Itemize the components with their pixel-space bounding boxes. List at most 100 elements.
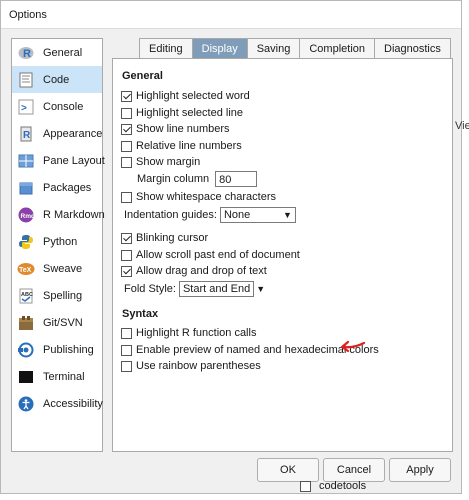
tab-saving[interactable]: Saving [246,38,301,59]
sidebar-item-terminal[interactable]: Terminal [12,363,102,390]
option-label: Relative line numbers [136,140,242,152]
option-label: Highlight selected line [136,107,244,119]
cancel-button[interactable]: Cancel [323,458,385,482]
sidebar-item-label: Spelling [43,289,83,302]
git-icon [17,314,35,332]
option-show-whitespace[interactable]: Show whitespace characters [121,191,276,203]
sidebar-item-publishing[interactable]: Publishing [12,336,102,363]
svg-text:TeX: TeX [19,267,32,274]
select-value: Start and End [182,283,251,295]
rmarkdown-icon: Rmd [17,206,35,224]
option-allow-scroll-past-end[interactable]: Allow scroll past end of document [121,249,300,261]
checkbox[interactable] [121,360,132,372]
svg-text:ABC: ABC [21,292,33,298]
option-highlight-selected-line[interactable]: Highlight selected line [121,107,243,119]
sidebar-item-label: Accessibility [43,397,103,410]
checkbox[interactable] [121,90,132,102]
sidebar-item-label: Pane Layout [43,154,105,167]
terminal-icon [17,368,35,386]
sidebar-item-label: Packages [43,181,92,194]
select-value: None [223,209,251,221]
checkbox [300,480,311,492]
sidebar-item-label: Appearance [43,127,103,140]
margin-column-label: Margin column [137,173,210,185]
spelling-icon: ABC [17,287,35,305]
margin-column-input[interactable]: 80 [215,171,258,187]
fold-style-row: Fold Style: Start and End ▼ [124,281,265,297]
code-icon [17,71,35,89]
fold-style-select[interactable]: Start and End ▼ [178,281,265,297]
pane-layout-icon [17,152,35,170]
checkbox[interactable] [121,107,132,119]
accessibility-icon [17,395,35,413]
checkbox[interactable] [121,344,132,356]
sidebar-item-label: R Markdown [43,208,105,221]
sidebar-item-code[interactable]: Code [12,66,102,93]
section-title-general: General [122,70,163,82]
sidebar-item-label: Python [43,235,78,248]
section-title-syntax: Syntax [122,308,159,320]
tab-display[interactable]: Display [191,38,248,59]
sidebar-item-appearance[interactable]: R Appearance [12,120,102,147]
chevron-down-icon: ▼ [283,210,292,220]
sidebar-item-label: Console [43,100,84,113]
appearance-icon: R [17,125,35,143]
sidebar-item-label: Publishing [43,343,94,356]
checkbox[interactable] [121,156,132,168]
python-icon [17,233,35,251]
dialog-title: Options [9,8,47,21]
option-blinking-cursor[interactable]: Blinking cursor [121,232,208,244]
annotation-arrow [340,340,366,353]
tab-strip: Editing Display Saving Completion Diagno… [139,38,451,59]
option-rainbow-parentheses[interactable]: Use rainbow parentheses [121,360,261,372]
sidebar-item-console[interactable]: > Console [12,93,102,120]
sidebar-item-general[interactable]: R General [12,39,102,66]
title-bar: Options [1,1,461,29]
sidebar-item-accessibility[interactable]: Accessibility [12,390,103,417]
option-show-line-numbers[interactable]: Show line numbers [121,123,230,135]
apply-button[interactable]: Apply [389,458,451,482]
checkbox[interactable] [121,265,132,277]
sweave-icon: TeX [17,260,35,278]
svg-text:>: > [21,103,27,114]
sidebar-item-sweave[interactable]: TeX Sweave [12,255,102,282]
fold-style-label: Fold Style: [124,283,176,295]
sidebar-item-label: Code [43,73,70,86]
sidebar-item-packages[interactable]: Packages [12,174,102,201]
option-allow-drag-drop[interactable]: Allow drag and drop of text [121,265,267,277]
options-dialog: Options R General Code > Console R Appea… [0,0,462,494]
option-label: Allow scroll past end of document [136,249,300,261]
option-label: Blinking cursor [136,232,209,244]
option-relative-line-numbers[interactable]: Relative line numbers [121,140,242,152]
checkbox[interactable] [121,249,132,261]
option-highlight-r-function-calls[interactable]: Highlight R function calls [121,327,256,339]
sidebar-item-label: Terminal [43,370,85,383]
option-label: Use rainbow parentheses [136,360,261,372]
checkbox[interactable] [121,191,132,203]
sidebar-item-spelling[interactable]: ABC Spelling [12,282,102,309]
console-icon: > [17,98,35,116]
display-panel: General Highlight selected word Highligh… [112,58,453,452]
checkbox[interactable] [121,123,132,135]
publishing-icon [17,341,35,359]
indentation-guides-select[interactable]: None ▼ [219,207,296,223]
sidebar-item-pane-layout[interactable]: Pane Layout [12,147,105,174]
option-show-margin[interactable]: Show margin [121,156,200,168]
checkbox[interactable] [121,140,132,152]
option-label: Highlight R function calls [136,327,257,339]
option-highlight-selected-word[interactable]: Highlight selected word [121,90,250,102]
svg-text:Rmd: Rmd [21,213,35,220]
svg-text:R: R [23,130,31,141]
background-app-edge [463,0,469,500]
checkbox[interactable] [121,232,132,244]
tab-completion[interactable]: Completion [299,38,375,59]
sidebar-item-git-svn[interactable]: Git/SVN [12,309,102,336]
sidebar-item-python[interactable]: Python [12,228,102,255]
tab-editing[interactable]: Editing [139,38,193,59]
tab-diagnostics[interactable]: Diagnostics [374,38,451,59]
ok-button[interactable]: OK [257,458,319,482]
sidebar-item-r-markdown[interactable]: Rmd R Markdown [12,201,105,228]
indentation-guides-label: Indentation guides: [124,209,217,221]
svg-text:R: R [23,48,31,60]
checkbox[interactable] [121,327,132,339]
